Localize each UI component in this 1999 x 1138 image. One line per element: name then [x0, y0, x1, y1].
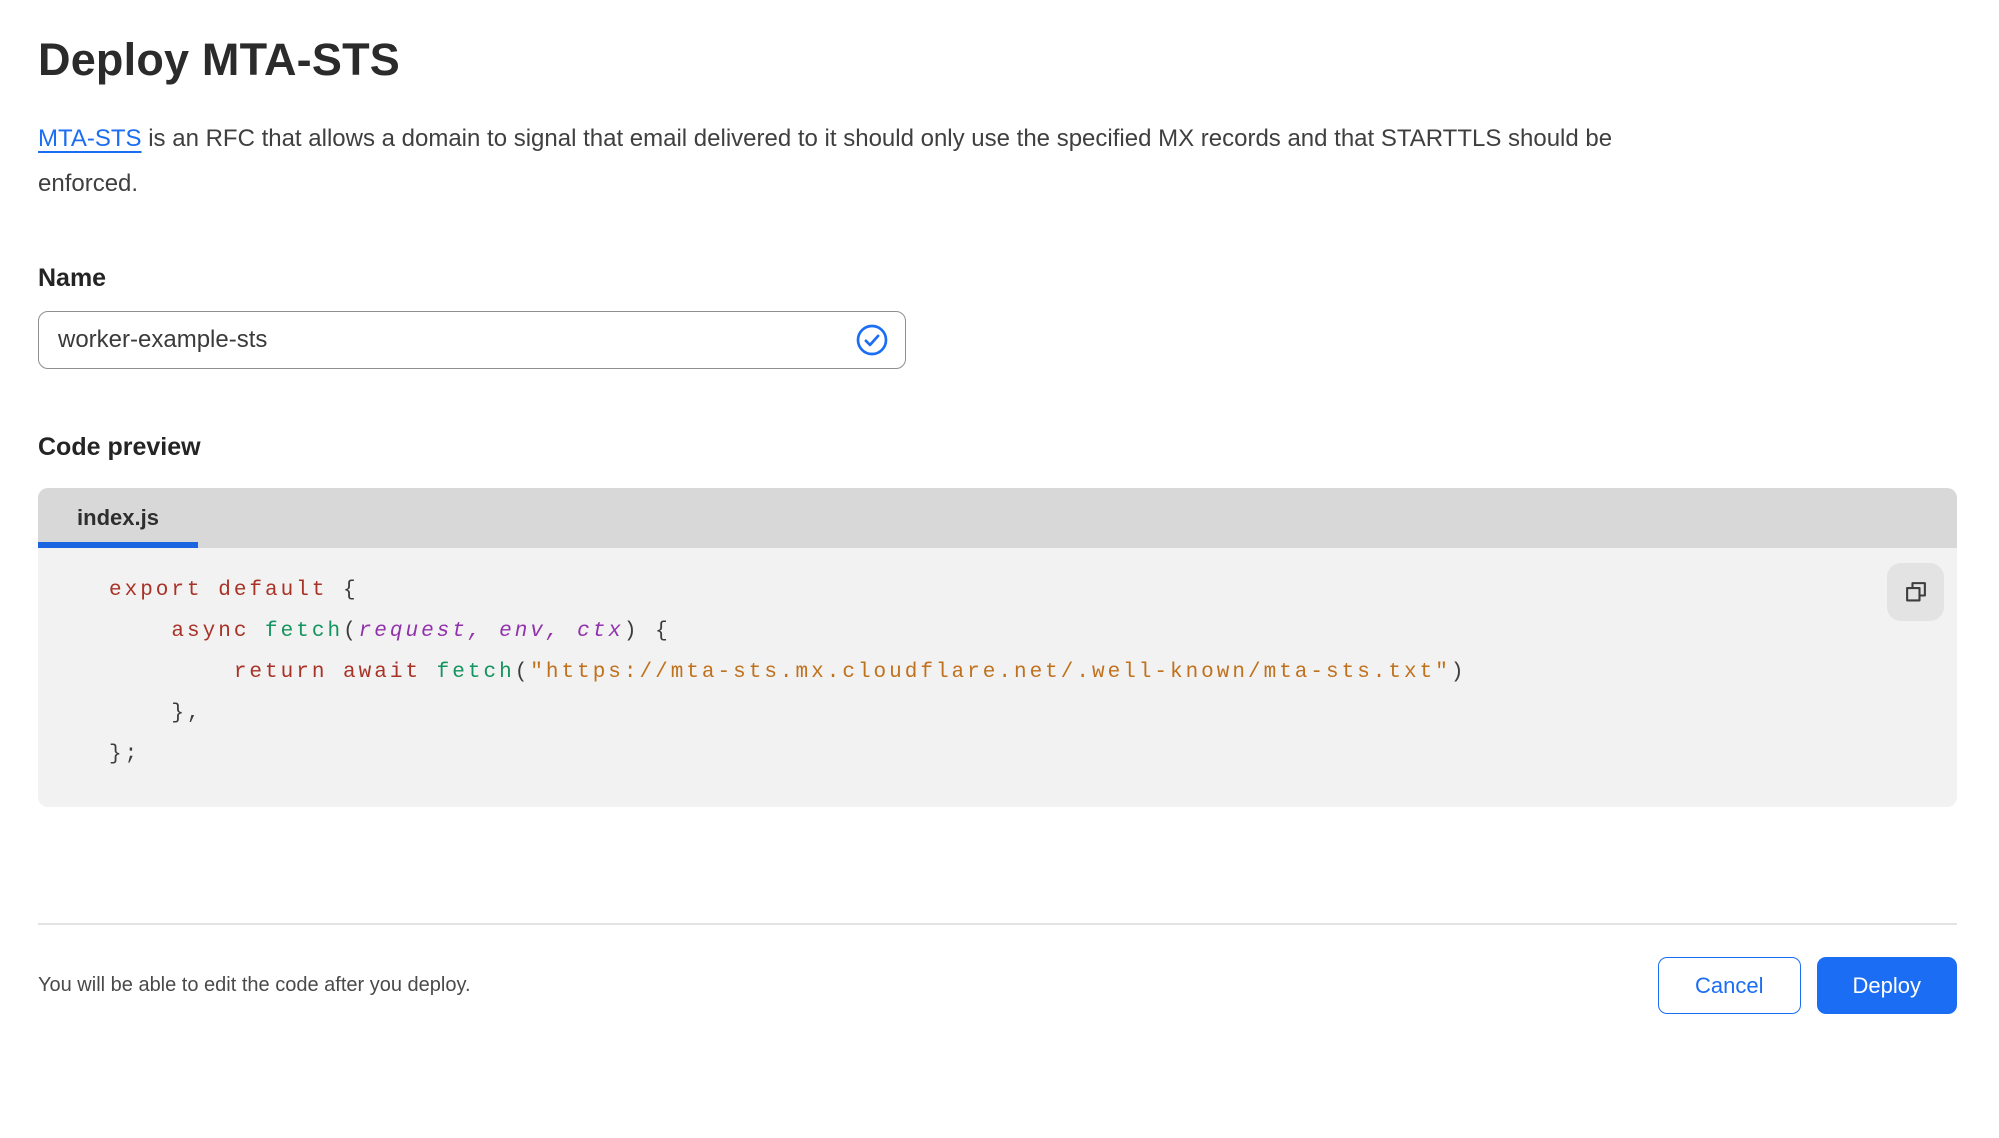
- tab-label: index.js: [77, 505, 159, 530]
- footer-note: You will be able to edit the code after …: [38, 974, 471, 996]
- name-field-section: Name: [38, 264, 1957, 369]
- code-tab-bar: index.js: [38, 488, 1957, 548]
- deploy-button[interactable]: Deploy: [1816, 957, 1957, 1014]
- deploy-mta-sts-page: Deploy MTA-STS MTA-STS is an RFC that al…: [38, 0, 1957, 1014]
- mta-sts-link[interactable]: MTA-STS: [38, 125, 142, 152]
- description-text: is an RFC that allows a domain to signal…: [38, 125, 1613, 197]
- copy-icon: [1902, 578, 1930, 606]
- check-circle-icon: [856, 324, 888, 356]
- description: MTA-STS is an RFC that allows a domain t…: [38, 116, 1668, 206]
- code-preview-label: Code preview: [38, 433, 201, 461]
- name-label: Name: [38, 264, 107, 292]
- code-preview-card: index.js export default { async fetch(re…: [38, 488, 1957, 807]
- code-lines: export default { async fetch(request, en…: [109, 579, 1467, 766]
- code-preview-section: Code preview index.js export default {a…: [38, 433, 1957, 807]
- footer-actions: Cancel Deploy: [1658, 957, 1957, 1014]
- name-input[interactable]: [38, 311, 906, 369]
- name-input-container: [38, 311, 906, 369]
- footer-bar: You will be able to edit the code after …: [38, 925, 1957, 1014]
- copy-code-button[interactable]: [1887, 563, 1944, 621]
- tab-index-js[interactable]: index.js: [38, 488, 198, 548]
- cancel-button[interactable]: Cancel: [1658, 957, 1801, 1014]
- page-title: Deploy MTA-STS: [38, 34, 400, 85]
- code-area: export default { async fetch(request, en…: [38, 548, 1957, 807]
